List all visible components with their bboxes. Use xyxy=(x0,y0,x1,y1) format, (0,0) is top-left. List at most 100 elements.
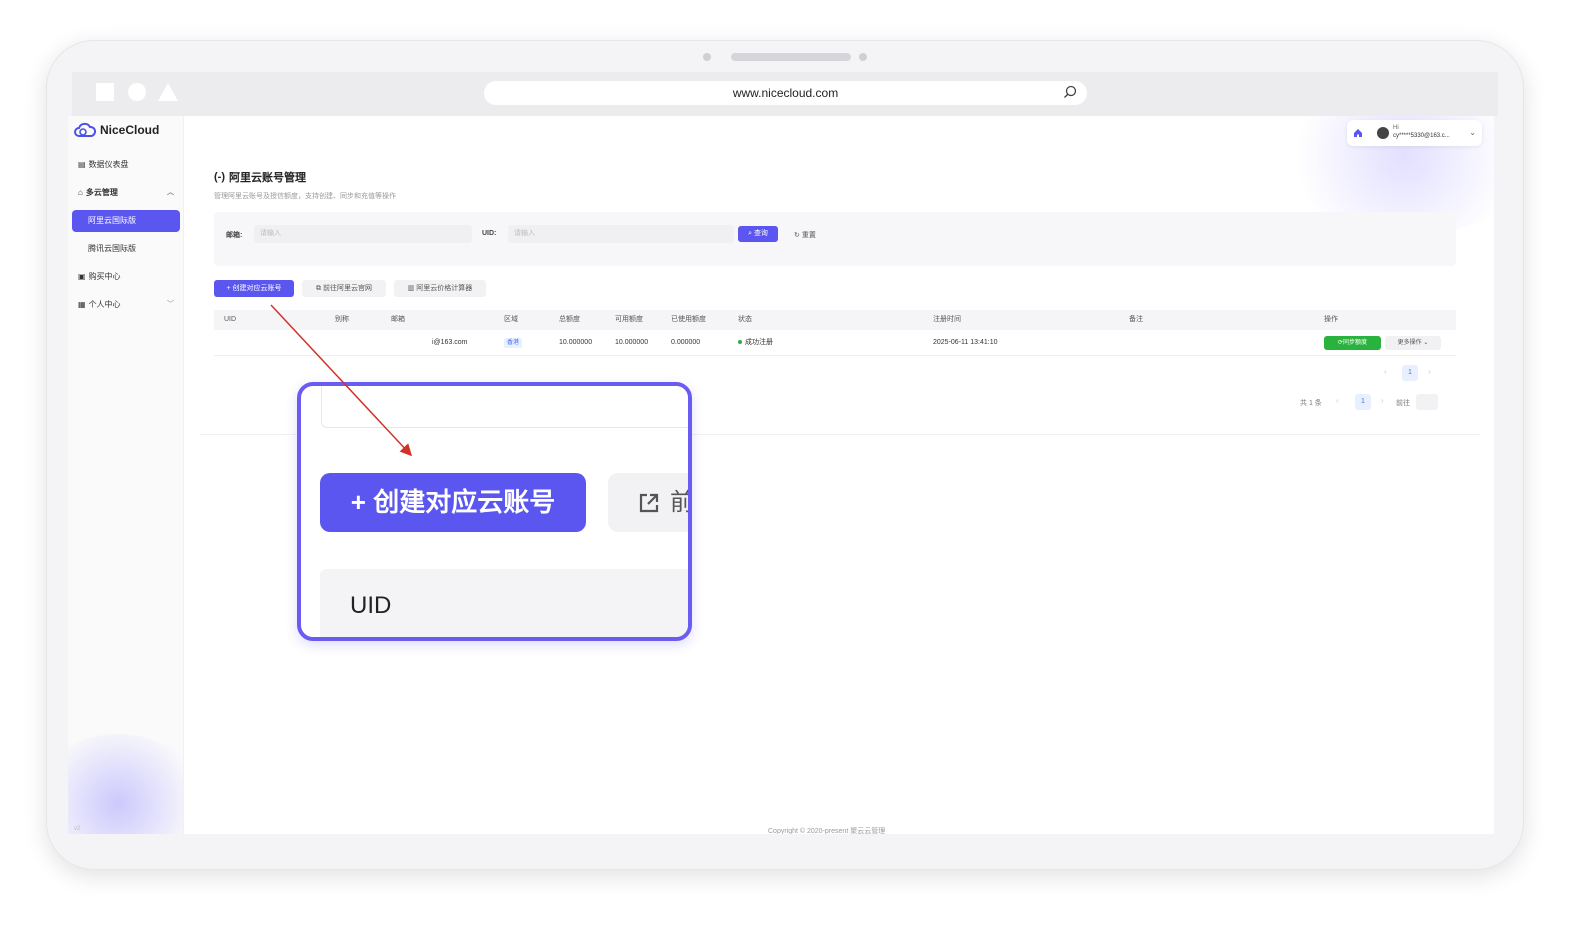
pager-goto-input[interactable] xyxy=(1416,394,1438,410)
search-icon[interactable] xyxy=(1063,85,1077,99)
logo[interactable]: NiceCloud xyxy=(74,122,159,138)
create-cloud-account-button[interactable]: + 创建对应云账号 xyxy=(214,280,294,297)
chart-icon: ▤ xyxy=(78,160,86,169)
user-greeting: Hi xyxy=(1393,125,1399,131)
avatar[interactable] xyxy=(1377,127,1389,139)
sidebar-footer: v2 xyxy=(74,826,81,832)
sidebar-item-dashboard[interactable]: ▤ 数据仪表盘 xyxy=(72,154,180,176)
zoom-top-panel xyxy=(321,386,688,428)
calculator-button-label: 阿里云价格计算器 xyxy=(416,285,473,292)
column-header: 邮箱 xyxy=(391,316,405,323)
region-tag: 香港 xyxy=(504,338,523,348)
pager-next-icon[interactable]: › xyxy=(1381,396,1384,405)
sidebar-item-multicloud[interactable]: ⌂ 多云管理 ︿ xyxy=(72,182,180,204)
refresh-icon: ↻ xyxy=(794,232,800,239)
column-header: 注册时间 xyxy=(933,316,961,323)
sync-button-label: 同步额度 xyxy=(1343,340,1368,346)
goto-aliyun-official-button[interactable]: ⧉ 前往阿里云官网 xyxy=(302,280,386,297)
zoom-create-label: + 创建对应云账号 xyxy=(350,487,556,517)
brand-name: NiceCloud xyxy=(100,123,160,137)
page-subtitle: 管理阿里云账号及授信额度，支持创建、同步和充值等操作 xyxy=(214,193,396,200)
cell-available: 10.000000 xyxy=(615,339,649,346)
pager-page-button[interactable]: 1 xyxy=(1402,365,1418,381)
chevron-down-icon: ⌄ xyxy=(1423,340,1429,346)
cloud-manage-icon: ⌂ xyxy=(78,188,83,197)
chevron-down-icon[interactable]: ⌄ xyxy=(1469,128,1476,137)
zoom-official-label: 前 xyxy=(670,489,692,516)
reset-button[interactable]: ↻ 重置 xyxy=(794,230,816,240)
uid-label: UID: xyxy=(482,230,497,237)
table-header: UID 别称 邮箱 区域 总额度 可用额度 已使用额度 状态 注册时间 备注 操… xyxy=(214,310,1456,330)
sidebar-item-profile[interactable]: ▦ 个人中心 ﹀ xyxy=(72,294,180,316)
address-bar-url: www.nicecloud.com xyxy=(732,86,839,100)
sidebar-item-label: 腾讯云国际版 xyxy=(88,244,136,253)
column-header: 可用额度 xyxy=(615,316,643,323)
official-button-label: 前往阿里云官网 xyxy=(322,285,372,292)
sidebar-item-label: 数据仪表盘 xyxy=(88,160,129,169)
pager-prev-icon[interactable]: ‹ xyxy=(1336,396,1339,405)
page-title: (-) 阿里云账号管理 xyxy=(214,169,306,185)
link-icon: (-) xyxy=(214,171,225,183)
cart-icon: ▣ xyxy=(78,272,86,281)
zoom-official-button[interactable]: 前 xyxy=(608,473,692,532)
sidebar-item-aliyun-intl[interactable]: 阿里云国际版 xyxy=(72,210,180,232)
home-icon[interactable] xyxy=(1353,128,1363,138)
uid-input[interactable]: 请输入 xyxy=(508,225,734,243)
search-button[interactable]: ⌕ 查询 xyxy=(738,226,778,242)
zoom-table-header: UID xyxy=(320,569,688,637)
column-header: 已使用额度 xyxy=(671,316,706,323)
reset-button-label: 重置 xyxy=(801,232,816,239)
more-actions-button[interactable]: 更多操作 ⌄ xyxy=(1385,336,1441,350)
sidebar-item-label: 个人中心 xyxy=(88,300,121,309)
sidebar: NiceCloud ▤ 数据仪表盘 ⌂ 多云管理 ︿ 阿里云国际版 腾讯云国际版… xyxy=(68,116,184,834)
sidebar-item-tencent-intl[interactable]: 腾讯云国际版 xyxy=(72,238,180,260)
uid-placeholder: 请输入 xyxy=(514,230,535,237)
user-email: cy*****5330@163.c... xyxy=(1393,133,1450,139)
filter-panel: 邮箱: 请输入 UID: 请输入 ⌕ 查询 ↻ 重置 xyxy=(214,212,1456,266)
pager-next-icon[interactable]: › xyxy=(1428,367,1431,376)
external-link-icon xyxy=(639,493,659,512)
pager-total: 共 1 条 xyxy=(1300,400,1322,407)
status-text: 成功注册 xyxy=(745,339,773,346)
zoom-uid-header: UID xyxy=(350,592,392,619)
cell-region: 香港 xyxy=(504,330,523,356)
cell-registered: 2025-06-11 13:41:10 xyxy=(933,339,998,346)
email-placeholder: 请输入 xyxy=(260,230,281,237)
sync-quota-button[interactable]: ⟳同步额度 xyxy=(1324,336,1381,350)
zoom-callout: + 创建对应云账号 前 UID xyxy=(297,382,692,641)
column-header: 总额度 xyxy=(559,316,580,323)
triangle-icon xyxy=(158,83,178,101)
sidebar-item-purchase[interactable]: ▣ 购买中心 xyxy=(72,266,180,288)
cell-email: i@163.com xyxy=(432,339,468,346)
square-icon xyxy=(96,83,114,101)
table-row: i@163.com 香港 10.000000 10.000000 0.00000… xyxy=(214,330,1456,356)
cell-status: 成功注册 xyxy=(738,330,773,356)
create-button-label: + 创建对应云账号 xyxy=(226,285,282,292)
column-header: 区域 xyxy=(504,316,518,323)
footer-copyright: Copyright © 2020-present 聚云云管理 xyxy=(768,828,886,834)
column-header: 别称 xyxy=(335,316,349,323)
column-header: 操作 xyxy=(1324,316,1338,323)
search-icon: ⌕ xyxy=(748,230,752,237)
sidebar-item-label: 阿里云国际版 xyxy=(88,216,136,225)
app-screen: NiceCloud ▤ 数据仪表盘 ⌂ 多云管理 ︿ 阿里云国际版 腾讯云国际版… xyxy=(68,116,1494,834)
address-bar[interactable]: www.nicecloud.com xyxy=(484,81,1087,105)
cell-used: 0.000000 xyxy=(671,339,701,346)
camera-dot-left xyxy=(703,53,711,61)
camera-dot-right xyxy=(859,53,867,61)
aliyun-price-calculator-button[interactable]: ▥ 阿里云价格计算器 xyxy=(394,280,486,297)
sidebar-item-label: 多云管理 xyxy=(85,188,118,197)
cell-total: 10.000000 xyxy=(559,339,593,346)
email-input[interactable]: 请输入 xyxy=(254,225,472,243)
device-frame: www.nicecloud.com NiceCloud ▤ 数据仪表盘 ⌂ 多云… xyxy=(46,40,1524,870)
column-header: 备注 xyxy=(1129,316,1143,323)
sidebar-item-label: 购买中心 xyxy=(88,272,121,281)
page-title-text: 阿里云账号管理 xyxy=(229,172,306,184)
pager-page-button[interactable]: 1 xyxy=(1355,394,1371,410)
cloud-logo-icon xyxy=(74,122,96,137)
external-link-icon: ⧉ xyxy=(316,285,322,292)
zoom-create-cloud-account-button[interactable]: + 创建对应云账号 xyxy=(320,473,586,532)
pager-prev-icon[interactable]: ‹ xyxy=(1384,367,1387,376)
chevron-up-icon: ︿ xyxy=(167,189,174,196)
speaker-bar xyxy=(731,53,851,61)
